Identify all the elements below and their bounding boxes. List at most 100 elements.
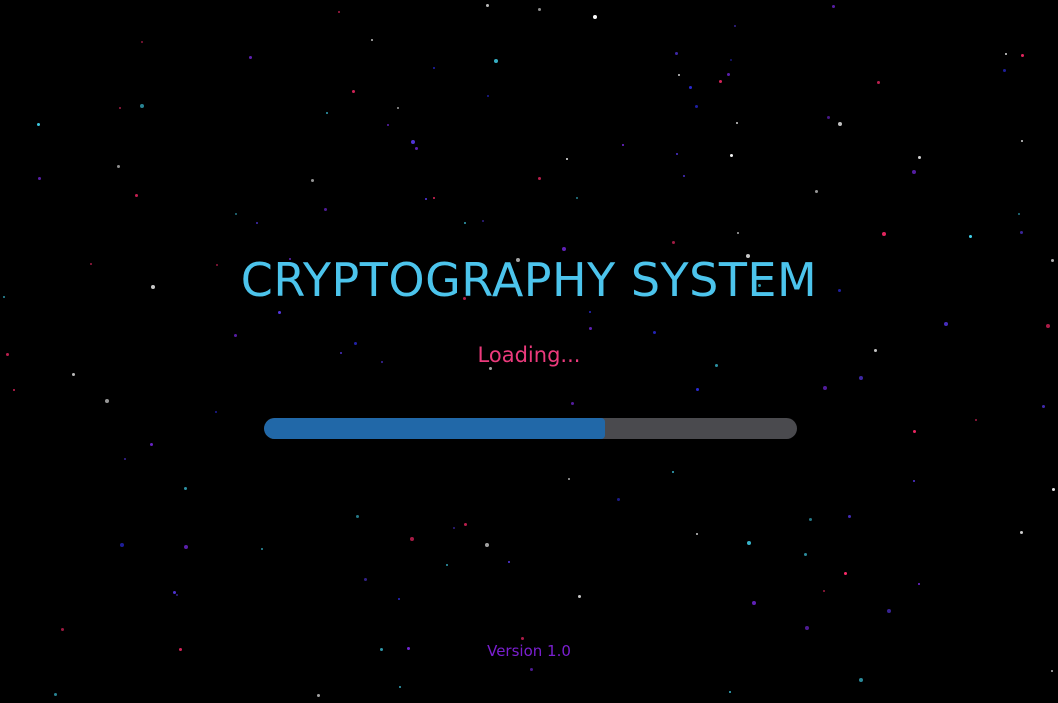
star-dot <box>571 402 574 405</box>
star-dot <box>944 322 948 326</box>
loading-progress-fill <box>264 418 606 439</box>
star-dot <box>975 419 977 421</box>
star-dot <box>249 56 252 59</box>
star-dot <box>730 59 732 61</box>
star-dot <box>969 235 972 238</box>
star-dot <box>683 175 685 177</box>
star-dot <box>446 564 448 566</box>
star-dot <box>823 590 825 592</box>
star-dot <box>538 177 541 180</box>
star-dot <box>576 197 578 199</box>
star-dot <box>805 626 809 630</box>
app-title: CRYPTOGRAPHY SYSTEM <box>240 253 818 307</box>
star-dot <box>734 25 736 27</box>
star-dot <box>729 691 731 693</box>
star-dot <box>672 241 675 244</box>
star-dot <box>37 123 40 126</box>
star-dot <box>568 478 570 480</box>
star-dot <box>1021 54 1024 57</box>
star-dot <box>338 11 340 13</box>
star-dot <box>589 327 592 330</box>
star-dot <box>877 81 880 84</box>
star-dot <box>737 232 739 234</box>
star-dot <box>1042 405 1045 408</box>
star-dot <box>730 154 733 157</box>
star-dot <box>676 153 678 155</box>
star-dot <box>397 107 399 109</box>
star-dot <box>464 523 467 526</box>
star-dot <box>882 232 886 236</box>
star-dot <box>1018 213 1020 215</box>
star-dot <box>912 170 916 174</box>
star-dot <box>425 198 427 200</box>
loading-screen: CRYPTOGRAPHY SYSTEM Loading... Version 1… <box>0 0 1058 703</box>
star-dot <box>61 628 64 631</box>
star-dot <box>482 220 484 222</box>
star-dot <box>311 179 314 182</box>
star-dot <box>1005 53 1007 55</box>
star-dot <box>913 480 915 482</box>
loading-status-text: Loading... <box>477 343 581 367</box>
star-dot <box>184 545 188 549</box>
star-dot <box>184 487 187 490</box>
star-dot <box>119 107 121 109</box>
star-dot <box>117 165 120 168</box>
star-dot <box>678 74 680 76</box>
star-dot <box>485 543 489 547</box>
star-dot <box>1021 140 1023 142</box>
star-dot <box>1020 231 1023 234</box>
star-dot <box>261 548 263 550</box>
star-dot <box>398 598 400 600</box>
star-dot <box>832 5 835 8</box>
loading-progress-bar <box>264 418 797 439</box>
star-dot <box>530 668 533 671</box>
star-dot <box>672 471 674 473</box>
star-dot <box>38 177 41 180</box>
star-dot <box>848 515 851 518</box>
star-dot <box>256 222 258 224</box>
star-dot <box>352 90 355 93</box>
star-dot <box>356 515 359 518</box>
star-dot <box>1051 670 1053 672</box>
star-dot <box>827 116 830 119</box>
star-dot <box>371 39 373 41</box>
star-dot <box>317 694 320 697</box>
star-dot <box>695 105 698 108</box>
star-dot <box>887 609 891 613</box>
star-dot <box>324 208 327 211</box>
star-dot <box>809 518 812 521</box>
star-dot <box>411 140 415 144</box>
star-dot <box>747 541 751 545</box>
star-dot <box>415 147 418 150</box>
star-dot <box>696 388 699 391</box>
star-dot <box>487 95 489 97</box>
star-dot <box>566 158 568 160</box>
star-dot <box>72 373 75 376</box>
star-dot <box>736 122 738 124</box>
version-label: Version 1.0 <box>487 642 571 660</box>
star-dot <box>235 213 237 215</box>
star-dot <box>105 399 109 403</box>
star-dot <box>326 112 328 114</box>
star-dot <box>54 693 57 696</box>
star-dot <box>13 389 15 391</box>
star-dot <box>364 578 367 581</box>
star-dot <box>150 443 153 446</box>
star-dot <box>815 190 818 193</box>
star-dot <box>453 527 455 529</box>
star-dot <box>486 4 489 7</box>
star-dot <box>410 537 414 541</box>
star-dot <box>918 156 921 159</box>
star-dot <box>913 430 916 433</box>
star-dot <box>1020 531 1023 534</box>
star-dot <box>135 194 138 197</box>
star-dot <box>727 73 730 76</box>
star-dot <box>593 15 597 19</box>
star-dot <box>719 80 722 83</box>
star-dot <box>838 122 842 126</box>
star-dot <box>918 583 920 585</box>
star-dot <box>1046 324 1050 328</box>
star-dot <box>752 601 756 605</box>
star-dot <box>140 104 144 108</box>
star-dot <box>689 86 692 89</box>
